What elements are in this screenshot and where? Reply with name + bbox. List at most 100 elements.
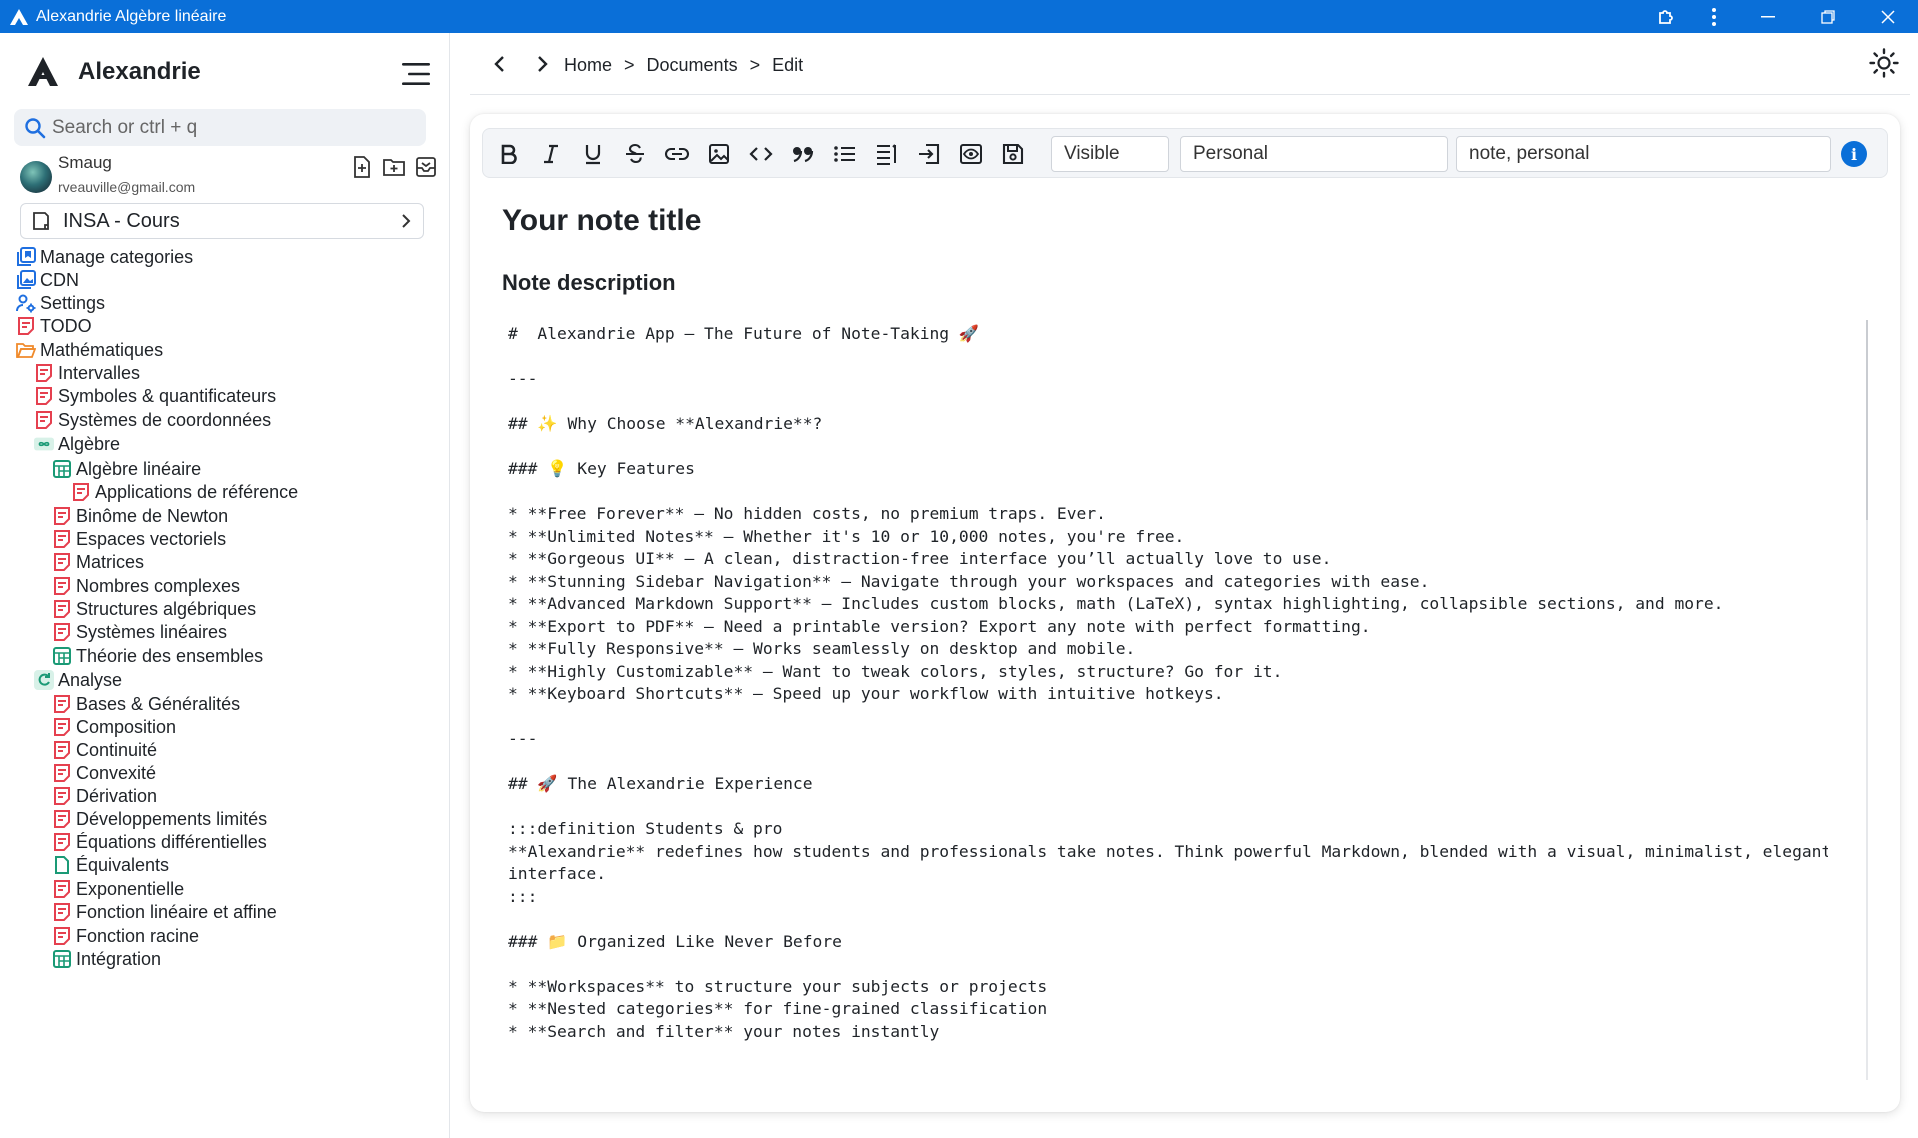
sidebar-item-label: Convexité <box>76 762 157 783</box>
categories-icon <box>16 247 36 267</box>
breadcrumb-separator: > <box>749 55 761 75</box>
matrix-icon <box>52 646 72 666</box>
editor-line: * **Stunning Sidebar Navigation** – Navi… <box>508 571 1430 591</box>
sidebar-item[interactable]: Systèmes linéaires <box>52 619 227 645</box>
sidebar-item-label: CDN <box>40 269 79 290</box>
note-title-input[interactable]: Your note title <box>502 204 701 238</box>
sidebar-item-label: Composition <box>76 716 177 737</box>
search-input[interactable] <box>52 116 412 139</box>
link-icon[interactable] <box>663 140 691 168</box>
sidebar-item-label: Applications de référence <box>95 481 299 502</box>
sidebar-item-label: Symboles & quantificateurs <box>58 385 277 406</box>
sidebar-item[interactable]: Matrices <box>52 549 144 575</box>
editor-line: * **Gorgeous UI** – A clean, distraction… <box>508 549 1332 568</box>
sidebar-item-label: Continuité <box>76 739 158 760</box>
workspace-selector[interactable]: INSA - Cours <box>20 203 424 239</box>
underline-icon[interactable] <box>579 140 607 168</box>
user-email: rveauville@gmail.com <box>58 179 196 195</box>
sidebar-item-label: Matrices <box>76 551 145 572</box>
sidebar-item-label: Settings <box>40 292 106 313</box>
breadcrumb-documents[interactable]: Documents <box>647 55 738 76</box>
sidebar-item-label: Intégration <box>76 948 162 969</box>
sidebar-item-label: Fonction racine <box>76 925 200 946</box>
new-note-icon[interactable] <box>350 155 374 179</box>
infinity-icon <box>34 434 54 454</box>
brand-name: Alexandrie <box>78 58 201 85</box>
note-icon <box>52 576 72 596</box>
workspace-icon <box>33 212 49 230</box>
import-icon[interactable] <box>414 155 438 179</box>
category-select[interactable]: Personal <box>1180 136 1448 172</box>
matrix-icon <box>52 459 72 479</box>
new-folder-icon[interactable] <box>382 155 406 179</box>
brand[interactable]: Alexandrie <box>26 55 201 89</box>
markdown-editor[interactable]: # Alexandrie App – The Future of Note-Ta… <box>508 323 1828 1083</box>
editor-line: * **Search and filter** your notes insta… <box>508 1021 940 1041</box>
matrix-icon <box>52 949 72 969</box>
sidebar-item[interactable]: Fonction linéaire et affine <box>52 899 277 925</box>
preview-icon[interactable] <box>957 140 985 168</box>
sidebar: Alexandrie Smaug rveauville@gmail.com IN… <box>0 33 450 1138</box>
insert-block-icon[interactable] <box>915 140 943 168</box>
note-description-input[interactable]: Note description <box>502 270 676 296</box>
note-icon <box>52 809 72 829</box>
sidebar-item[interactable]: TODO <box>16 313 92 339</box>
editor-line: * **Free Forever** – No hidden costs, no… <box>508 504 1106 523</box>
sidebar-item[interactable]: Théorie des ensembles <box>52 643 263 669</box>
numbered-list-icon[interactable] <box>873 140 901 168</box>
note-icon <box>52 902 72 922</box>
sidebar-item-label: Nombres complexes <box>76 575 241 596</box>
visibility-select[interactable]: Visible <box>1051 136 1169 172</box>
editor-line: * **Keyboard Shortcuts** – Speed up your… <box>508 684 1224 703</box>
cdn-icon <box>16 270 36 290</box>
bullet-list-icon[interactable] <box>831 140 859 168</box>
tags-input[interactable]: note, personal <box>1456 136 1831 172</box>
note-icon <box>52 599 72 619</box>
maximize-button[interactable] <box>1798 0 1858 33</box>
sidebar-item[interactable]: Algèbre <box>34 431 120 457</box>
extension-icon[interactable] <box>1642 0 1690 33</box>
forward-button[interactable] <box>528 50 556 78</box>
user-name: Smaug <box>58 153 112 172</box>
sidebar-item[interactable]: Équivalents <box>52 852 169 878</box>
sidebar-item[interactable]: Symboles & quantificateurs <box>34 383 276 409</box>
breadcrumb-separator: > <box>624 55 635 75</box>
sidebar-item-label: Algèbre <box>58 433 121 454</box>
back-button[interactable] <box>486 50 514 78</box>
info-icon[interactable]: i <box>1841 141 1867 167</box>
editor-line: ## ✨ Why Choose **Alexandrie**? <box>508 414 823 433</box>
note-icon <box>71 482 91 502</box>
sidebar-item-label: TODO <box>40 315 92 336</box>
bold-icon[interactable] <box>495 140 523 168</box>
code-icon[interactable] <box>747 140 775 168</box>
search-bar[interactable] <box>14 109 426 146</box>
editor-line: ### 📁 Organized Like Never Before <box>508 931 842 951</box>
window-title: Alexandrie Algèbre linéaire <box>36 7 227 25</box>
top-navigation: Home > Documents > Edit <box>470 33 1910 95</box>
sidebar-item[interactable]: Applications de référence <box>71 479 298 505</box>
note-icon <box>52 926 72 946</box>
sidebar-menu-icon[interactable] <box>400 61 432 87</box>
editor-line: ### 💡 Key Features <box>508 459 695 478</box>
sidebar-item[interactable]: Analyse <box>34 667 122 693</box>
more-options-icon[interactable] <box>1690 0 1738 33</box>
italic-icon[interactable] <box>537 140 565 168</box>
sidebar-item[interactable]: Systèmes de coordonnées <box>34 407 271 433</box>
theme-toggle-button[interactable] <box>1868 47 1900 79</box>
editor-line: --- <box>508 369 538 388</box>
breadcrumb-home[interactable]: Home <box>564 55 612 76</box>
note-icon <box>34 363 54 383</box>
close-button[interactable] <box>1858 0 1918 33</box>
editor-scrollbar-thumb[interactable] <box>1866 320 1868 520</box>
strikethrough-icon[interactable] <box>621 140 649 168</box>
avatar[interactable] <box>20 161 52 193</box>
save-icon[interactable] <box>999 140 1027 168</box>
sidebar-item[interactable]: Intégration <box>52 946 161 972</box>
image-icon[interactable] <box>705 140 733 168</box>
minimize-button[interactable] <box>1738 0 1798 33</box>
breadcrumb: Home > Documents > Edit <box>564 55 803 76</box>
quote-icon[interactable] <box>789 140 817 168</box>
